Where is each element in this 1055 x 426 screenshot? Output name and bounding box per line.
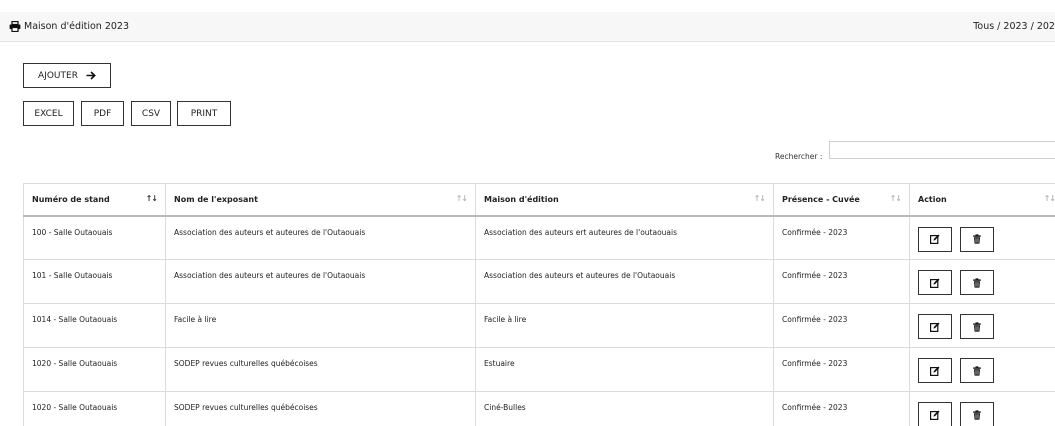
search-label: Rechercher :	[775, 152, 823, 161]
sort-icon: ↑↓	[1043, 194, 1055, 203]
edit-icon	[930, 278, 940, 288]
cell-stand: 1020 - Salle Outaouais	[23, 347, 166, 392]
table-row: 1014 - Salle Outaouais Facile à lire Facil…	[23, 303, 1055, 348]
csv-button-label: CSV	[141, 108, 161, 119]
pdf-button-label: PDF	[93, 108, 112, 119]
cell-presence: Confirmée - 2023	[773, 215, 910, 260]
delete-button[interactable]	[960, 314, 994, 339]
cell-maison: Facile à lire	[475, 303, 774, 348]
exhibitors-table: Numéro de stand ↑↓ Nom de l'exposant ↑↓ Ma…	[23, 183, 1055, 426]
cell-presence: Confirmée - 2023	[773, 347, 910, 392]
column-header-action[interactable]: Action ↑↓	[909, 183, 1055, 217]
cell-maison: Association des auteurs ert auteures de …	[475, 215, 774, 260]
sort-asc-icon: ↑↓	[145, 194, 158, 203]
table-row: 101 - Salle Outaouais Association des aut…	[23, 259, 1055, 304]
cell-presence: Confirmée - 2023	[773, 303, 910, 348]
cell-action	[909, 303, 1055, 348]
cell-action	[909, 347, 1055, 392]
edit-button[interactable]	[918, 314, 952, 339]
page-header: Maison d'édition 2023 Tous / 2023 / 2022	[0, 12, 1055, 42]
table-header-row: Numéro de stand ↑↓ Nom de l'exposant ↑↓ Ma…	[23, 183, 1055, 217]
search-input[interactable]	[829, 141, 1055, 159]
column-header-stand[interactable]: Numéro de stand ↑↓	[23, 183, 166, 217]
pdf-button[interactable]: PDF	[81, 101, 124, 126]
edit-icon	[930, 322, 940, 332]
trash-icon	[973, 234, 981, 244]
print-button[interactable]: PRINT	[177, 101, 231, 126]
column-header-label: Maison d'édition	[484, 194, 559, 204]
column-header-label: Présence - Cuvée	[782, 194, 860, 204]
delete-button[interactable]	[960, 270, 994, 295]
cell-action	[909, 391, 1055, 426]
delete-button[interactable]	[960, 226, 994, 252]
column-header-maison[interactable]: Maison d'édition ↑↓	[475, 183, 774, 217]
column-header-label: Numéro de stand	[32, 194, 110, 204]
trash-icon	[973, 409, 981, 420]
cell-presence: Confirmée - 2023	[773, 391, 910, 426]
cell-stand: 101 - Salle Outaouais	[23, 259, 166, 304]
cell-stand: 1014 - Salle Outaouais	[23, 303, 166, 348]
edit-button[interactable]	[918, 358, 952, 383]
edit-icon	[930, 234, 940, 244]
trash-icon	[973, 365, 981, 376]
column-header-label: Action	[918, 194, 947, 204]
edit-button[interactable]	[918, 270, 952, 295]
cell-maison: Association des auteurs et auteures de l…	[475, 259, 774, 304]
cell-exposant: Association des auteurs et auteures de l…	[165, 259, 476, 304]
year-filter-breadcrumb[interactable]: Tous / 2023 / 2022	[973, 21, 1055, 32]
table-row: 100 - Salle Outaouais Association des aut…	[23, 215, 1055, 260]
csv-button[interactable]: CSV	[131, 101, 171, 126]
excel-button-label: EXCEL	[34, 108, 63, 119]
cell-maison: Ciné-Bulles	[475, 391, 774, 426]
column-header-exposant[interactable]: Nom de l'exposant ↑↓	[165, 183, 476, 217]
cell-action	[909, 259, 1055, 304]
cell-maison: Estuaire	[475, 347, 774, 392]
edit-button[interactable]	[918, 226, 952, 252]
sort-icon: ↑↓	[753, 194, 766, 203]
cell-stand: 1020 - Salle Outaouais	[23, 391, 166, 426]
page-title-group: Maison d'édition 2023	[9, 21, 129, 32]
edit-icon	[930, 366, 940, 376]
excel-button[interactable]: EXCEL	[23, 101, 74, 126]
page-title: Maison d'édition 2023	[24, 21, 130, 32]
delete-button[interactable]	[960, 358, 994, 383]
add-button[interactable]: AJOUTER	[23, 63, 111, 88]
cell-exposant: SODEP revues culturelles québécoises	[165, 391, 476, 426]
arrow-right-icon	[86, 71, 96, 80]
delete-button[interactable]	[960, 402, 994, 426]
trash-icon	[973, 321, 981, 332]
sort-icon: ↑↓	[889, 194, 902, 203]
column-header-label: Nom de l'exposant	[174, 194, 258, 204]
cell-presence: Confirmée - 2023	[773, 259, 910, 304]
printer-icon	[9, 21, 21, 32]
cell-stand: 100 - Salle Outaouais	[23, 215, 166, 260]
cell-exposant: Facile à lire	[165, 303, 476, 348]
cell-exposant: SODEP revues culturelles québécoises	[165, 347, 476, 392]
edit-icon	[930, 410, 940, 420]
table-row: 1020 - Salle Outaouais SODEP revues cultu…	[23, 347, 1055, 392]
table-row: 1020 - Salle Outaouais SODEP revues cultu…	[23, 391, 1055, 426]
trash-icon	[973, 277, 981, 288]
cell-action	[909, 215, 1055, 260]
edit-button[interactable]	[918, 402, 952, 426]
column-header-presence[interactable]: Présence - Cuvée ↑↓	[773, 183, 910, 217]
sort-icon: ↑↓	[455, 194, 468, 203]
cell-exposant: Association des auteurs et auteures de l…	[165, 215, 476, 260]
add-button-label: AJOUTER	[38, 70, 78, 81]
print-button-label: PRINT	[190, 108, 218, 119]
table-body: 100 - Salle Outaouais Association des aut…	[23, 215, 1055, 426]
